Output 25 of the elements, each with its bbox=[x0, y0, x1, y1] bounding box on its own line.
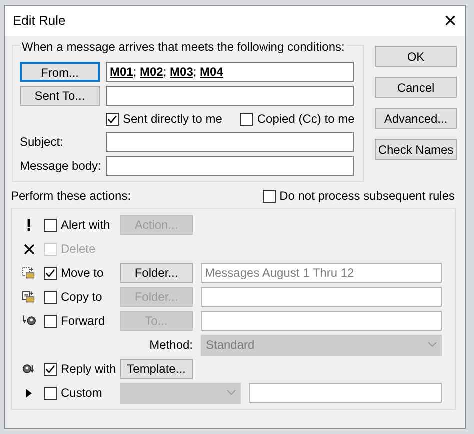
field-label: Message body: bbox=[20, 158, 100, 175]
field-label: Method: bbox=[148, 337, 193, 354]
from-button[interactable]: From... bbox=[20, 62, 100, 82]
section-label: Perform these actions: bbox=[11, 188, 132, 205]
checkbox-label: Sent directly to me bbox=[123, 111, 222, 128]
checkbox-label: Reply with bbox=[61, 361, 116, 378]
checkbox-label: Move to bbox=[61, 265, 104, 282]
dialog-button[interactable]: Advanced... bbox=[375, 108, 457, 129]
checkbox-label: Delete bbox=[61, 241, 96, 258]
checkbox-label: Custom bbox=[61, 385, 102, 402]
window-title: Edit Rule bbox=[13, 12, 66, 30]
checkbox-label: Copy to bbox=[61, 289, 102, 306]
dialog-button[interactable]: Check Names bbox=[375, 139, 457, 160]
dialog-button[interactable]: OK bbox=[375, 46, 457, 67]
sent-to-button[interactable]: Sent To... bbox=[20, 86, 100, 106]
checkbox-label: Alert with bbox=[61, 217, 110, 234]
from-field[interactable]: M01; M02; M03; M04 bbox=[106, 62, 354, 82]
close-button[interactable]: × bbox=[444, 10, 457, 32]
checkbox-label: Forward bbox=[61, 313, 106, 330]
checkbox-label: Do not process subsequent rules bbox=[280, 188, 455, 205]
field-label: Subject: bbox=[20, 134, 64, 151]
checkbox-label: Copied (Cc) to me bbox=[257, 111, 355, 128]
action-button[interactable]: Template... bbox=[120, 359, 193, 379]
dialog-button[interactable]: Cancel bbox=[375, 77, 457, 98]
action-button[interactable]: Folder... bbox=[120, 263, 193, 283]
